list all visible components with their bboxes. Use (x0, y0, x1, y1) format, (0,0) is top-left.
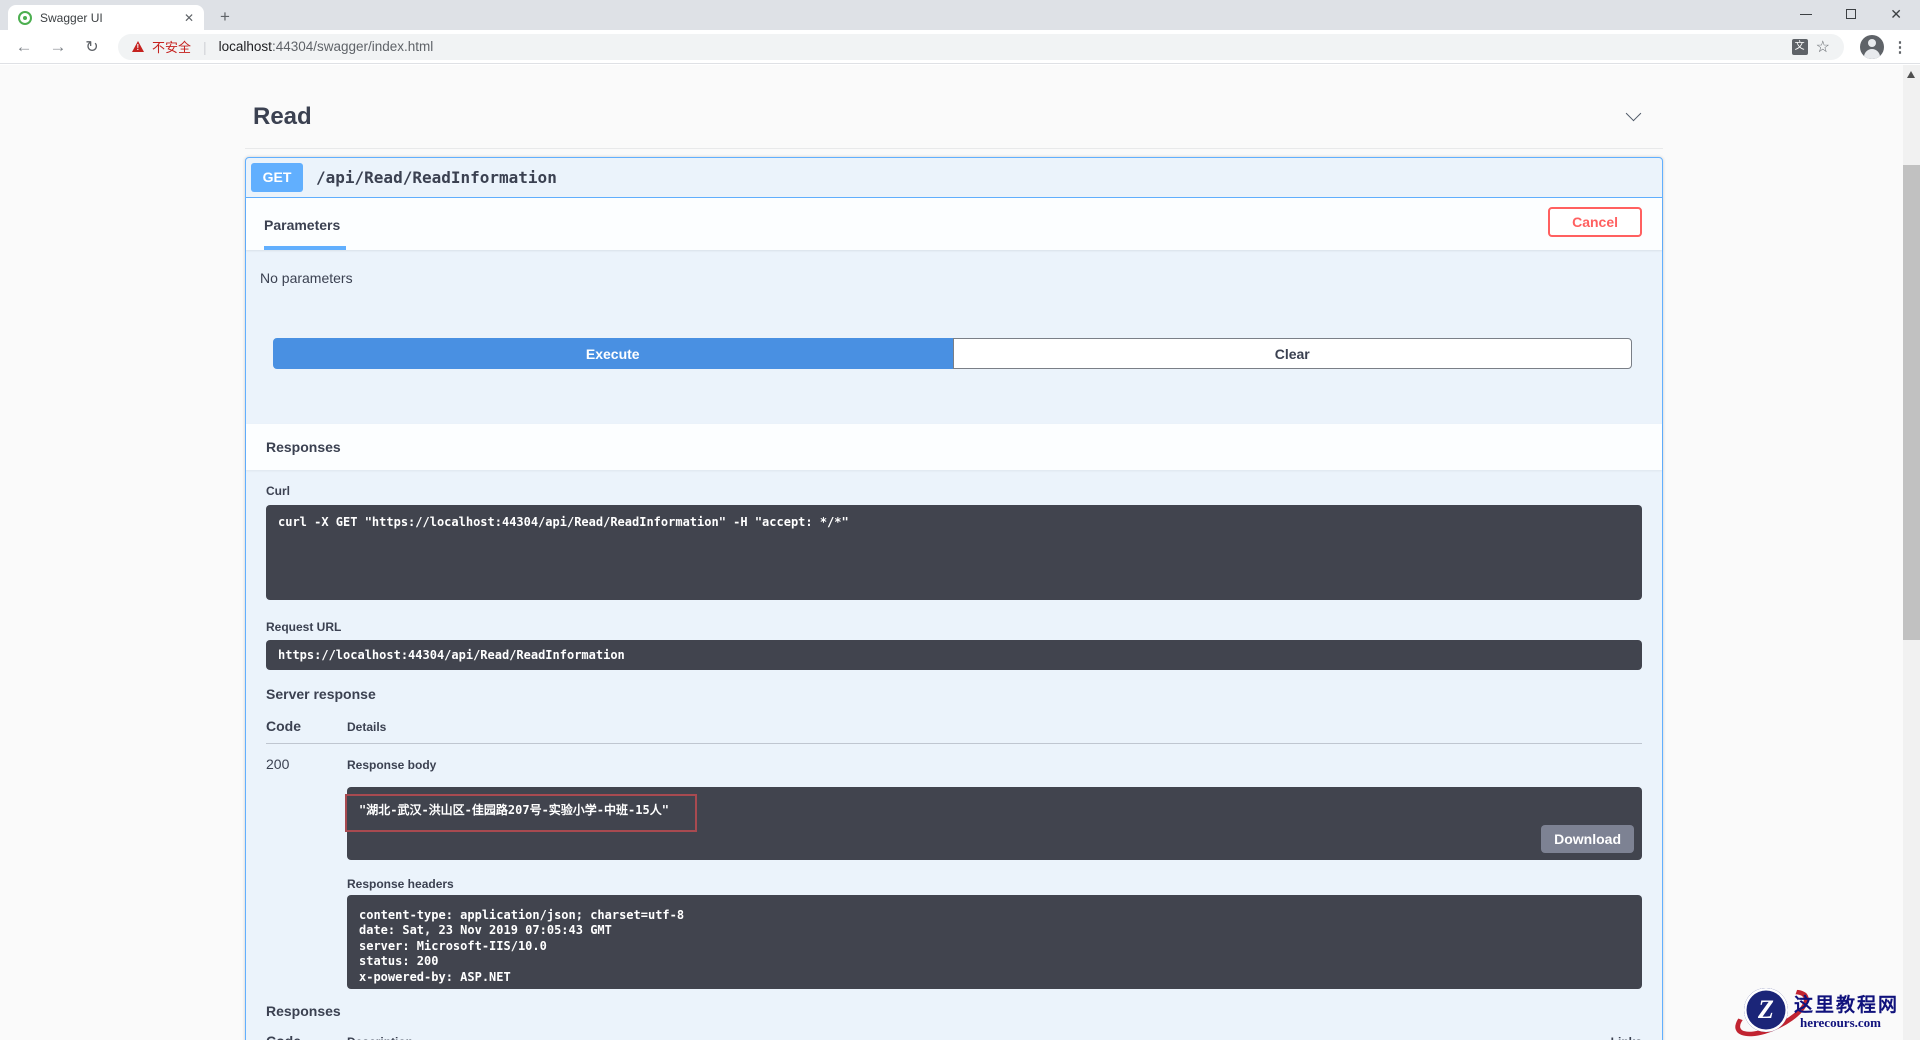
watermark-logo-icon: Z (1744, 988, 1788, 1032)
response-header-line: server: Microsoft-IIS/10.0 (359, 939, 1630, 954)
request-url-label: Request URL (266, 620, 1642, 634)
tab-strip: Swagger UI ✕ + ✕ (0, 0, 1920, 30)
scrollbar-up-arrow-icon[interactable] (1907, 71, 1915, 78)
swagger-page: Read GET /api/Read/ReadInformation Param… (0, 65, 1903, 1040)
response-header-line: content-type: application/json; charset=… (359, 908, 1630, 923)
no-parameters-message: No parameters (246, 250, 1662, 302)
server-response-table: Code Details 200 Response body "湖北-武汉-洪山… (266, 708, 1642, 989)
new-tab-button[interactable]: + (212, 5, 238, 30)
documented-responses-header: Code Description Links (266, 1019, 1642, 1040)
browser-toolbar: ← → ↻ 不安全 | localhost:44304/swagger/inde… (0, 30, 1920, 64)
watermark-site-name: 这里教程网 (1794, 990, 1899, 1017)
browser-tab[interactable]: Swagger UI ✕ (8, 5, 204, 30)
tab-close-icon[interactable]: ✕ (182, 11, 196, 25)
security-warning-label[interactable]: 不安全 (152, 37, 191, 56)
bookmark-star-icon[interactable]: ☆ (1816, 37, 1830, 57)
response-header-line: status: 200 (359, 954, 1630, 969)
chevron-down-icon[interactable] (1626, 106, 1642, 122)
responses-section-header: Responses (246, 424, 1662, 470)
cancel-button[interactable]: Cancel (1548, 207, 1642, 237)
curl-label: Curl (266, 484, 290, 498)
url-text: localhost:44304/swagger/index.html (219, 39, 1784, 54)
server-response-table-header: Code Details (266, 708, 1642, 744)
parameters-section-header: Parameters Cancel (246, 198, 1662, 250)
execute-button[interactable]: Execute (273, 338, 953, 369)
doc-description-column-header: Description (347, 1033, 1582, 1040)
watermark-site-domain: herecours.com (1800, 1015, 1881, 1031)
scrollbar-thumb[interactable] (1903, 165, 1920, 640)
code-column-header: Code (266, 718, 347, 734)
response-details-cell: Response body "湖北-武汉-洪山区-佳园路207号-实验小学-中班… (347, 756, 1642, 989)
tag-section-header[interactable]: Read (245, 85, 1663, 149)
documented-responses-title: Responses (266, 1003, 1642, 1019)
maximize-icon[interactable] (1846, 9, 1856, 19)
download-button[interactable]: Download (1541, 825, 1634, 853)
minimize-icon[interactable] (1800, 14, 1812, 15)
doc-code-column-header: Code (266, 1033, 347, 1040)
execute-row: Execute Clear (246, 302, 1662, 394)
url-path: :44304/swagger/index.html (272, 39, 433, 54)
parameters-title: Parameters (264, 217, 346, 250)
forward-icon[interactable]: → (44, 37, 72, 57)
security-warning-icon[interactable] (132, 41, 144, 52)
doc-links-column-header: Links (1582, 1035, 1642, 1040)
profile-avatar[interactable] (1860, 35, 1884, 59)
response-body-label: Response body (347, 758, 436, 772)
tag-title: Read (253, 103, 312, 131)
response-body-block: "湖北-武汉-洪山区-佳园路207号-实验小学-中班-15人" Download (347, 787, 1642, 860)
swagger-favicon-icon (18, 11, 32, 25)
page-scrollbar[interactable] (1903, 65, 1920, 1040)
responses-inner: Curl curl -X GET "https://localhost:4430… (246, 470, 1662, 1040)
reload-icon[interactable]: ↻ (78, 37, 106, 57)
response-header-line: x-powered-by: ASP.NET (359, 970, 1630, 985)
browser-chrome: Swagger UI ✕ + ✕ ← → ↻ 不安全 | localhost:4… (0, 0, 1920, 65)
url-host: localhost (219, 39, 272, 54)
details-column-header: Details (347, 718, 1642, 734)
server-response-row: 200 Response body "湖北-武汉-洪山区-佳园路207号-实验小… (266, 744, 1642, 989)
response-header-line: date: Sat, 23 Nov 2019 07:05:43 GMT (359, 923, 1630, 938)
window-controls: ✕ (1800, 0, 1914, 28)
server-response-label: Server response (266, 686, 1642, 702)
content-wrapper: Read GET /api/Read/ReadInformation Param… (245, 85, 1663, 1040)
site-watermark: Z 这里教程网 herecours.com (1728, 982, 1920, 1040)
operation-path: /api/Read/ReadInformation (316, 168, 557, 187)
address-bar[interactable]: 不安全 | localhost:44304/swagger/index.html… (118, 34, 1844, 60)
annotation-highlight-rect (345, 794, 697, 832)
operation-summary[interactable]: GET /api/Read/ReadInformation (246, 158, 1662, 198)
browser-menu-icon[interactable]: ⋮ (1890, 38, 1910, 56)
omnibox-divider: | (203, 39, 207, 55)
translate-icon[interactable]: 文 (1792, 39, 1808, 55)
response-headers-label: Response headers (347, 877, 1642, 891)
operation-block: GET /api/Read/ReadInformation Parameters… (245, 157, 1663, 1040)
curl-command: curl -X GET "https://localhost:44304/api… (266, 505, 1642, 600)
clear-button[interactable]: Clear (953, 338, 1633, 369)
http-method-badge: GET (251, 163, 303, 192)
request-url-value: https://localhost:44304/api/Read/ReadInf… (266, 640, 1642, 670)
status-code: 200 (266, 756, 347, 989)
window-close-icon[interactable]: ✕ (1890, 7, 1902, 21)
back-icon[interactable]: ← (10, 37, 38, 57)
response-headers-block: content-type: application/json; charset=… (347, 895, 1642, 989)
tab-title: Swagger UI (40, 11, 182, 25)
